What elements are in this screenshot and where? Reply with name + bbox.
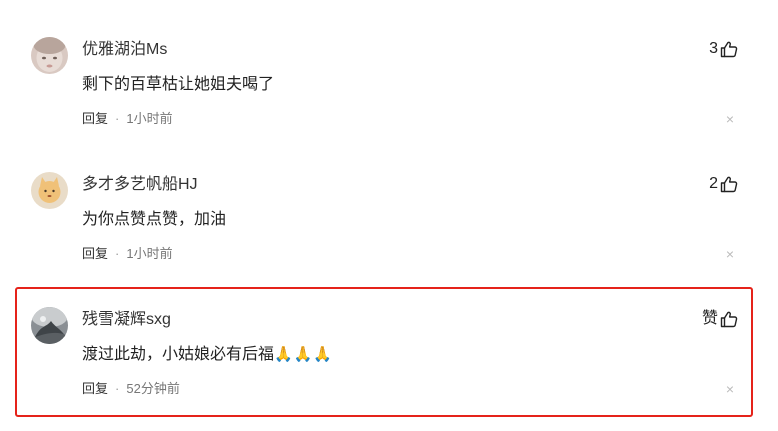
reply-button[interactable]: 回复 (82, 245, 108, 263)
comment-text-body: 渡过此劫，小姑娘必有后福 (82, 346, 275, 363)
like-button[interactable]: 赞 (702, 309, 738, 329)
comment-username[interactable]: 优雅湖泊Ms (82, 40, 167, 60)
close-icon[interactable]: × (726, 380, 734, 398)
avatar[interactable] (31, 37, 68, 74)
meta-separator: · (115, 111, 120, 126)
meta-separator: · (115, 381, 120, 396)
thumbs-up-icon (720, 175, 738, 193)
like-label: 赞 (701, 310, 718, 327)
pray-emoji: 🙏🙏🙏 (274, 346, 334, 363)
reply-button[interactable]: 回复 (82, 380, 108, 398)
avatar[interactable] (31, 307, 68, 344)
comment-text: 为你点赞点赞，加油 (82, 211, 227, 228)
comment-username[interactable]: 残雪凝辉sxg (82, 310, 171, 330)
like-count: 3 (709, 40, 718, 57)
comment-meta: 回复 · 1小时前 (82, 245, 173, 263)
comment-time: 1小时前 (126, 111, 173, 126)
comment-text: 剩下的百草枯让她姐夫喝了 (82, 76, 275, 93)
comment-text: 渡过此劫，小姑娘必有后福🙏🙏🙏 (82, 344, 333, 366)
comment-item: 残雪凝辉sxg 赞 渡过此劫，小姑娘必有后福🙏🙏🙏 回复 · 52分钟前 × (0, 307, 778, 407)
comment-username[interactable]: 多才多艺帆船HJ (82, 175, 198, 195)
comment-meta: 回复 · 52分钟前 (82, 380, 180, 398)
comment-meta: 回复 · 1小时前 (82, 110, 173, 128)
like-count: 2 (709, 175, 718, 192)
thumbs-up-icon (720, 310, 738, 328)
comment-time: 1小时前 (126, 246, 173, 261)
close-icon[interactable]: × (726, 110, 734, 128)
comment-time: 52分钟前 (126, 381, 180, 396)
like-button[interactable]: 2 (709, 174, 738, 194)
close-icon[interactable]: × (726, 245, 734, 263)
meta-separator: · (115, 246, 120, 261)
comment-item: 多才多艺帆船HJ 2 为你点赞点赞，加油 回复 · 1小时前 × (0, 172, 778, 272)
reply-button[interactable]: 回复 (82, 110, 108, 128)
thumbs-up-icon (720, 40, 738, 58)
like-button[interactable]: 3 (709, 39, 738, 59)
avatar[interactable] (31, 172, 68, 209)
comment-item: 优雅湖泊Ms 3 剩下的百草枯让她姐夫喝了 回复 · 1小时前 × (0, 37, 778, 137)
